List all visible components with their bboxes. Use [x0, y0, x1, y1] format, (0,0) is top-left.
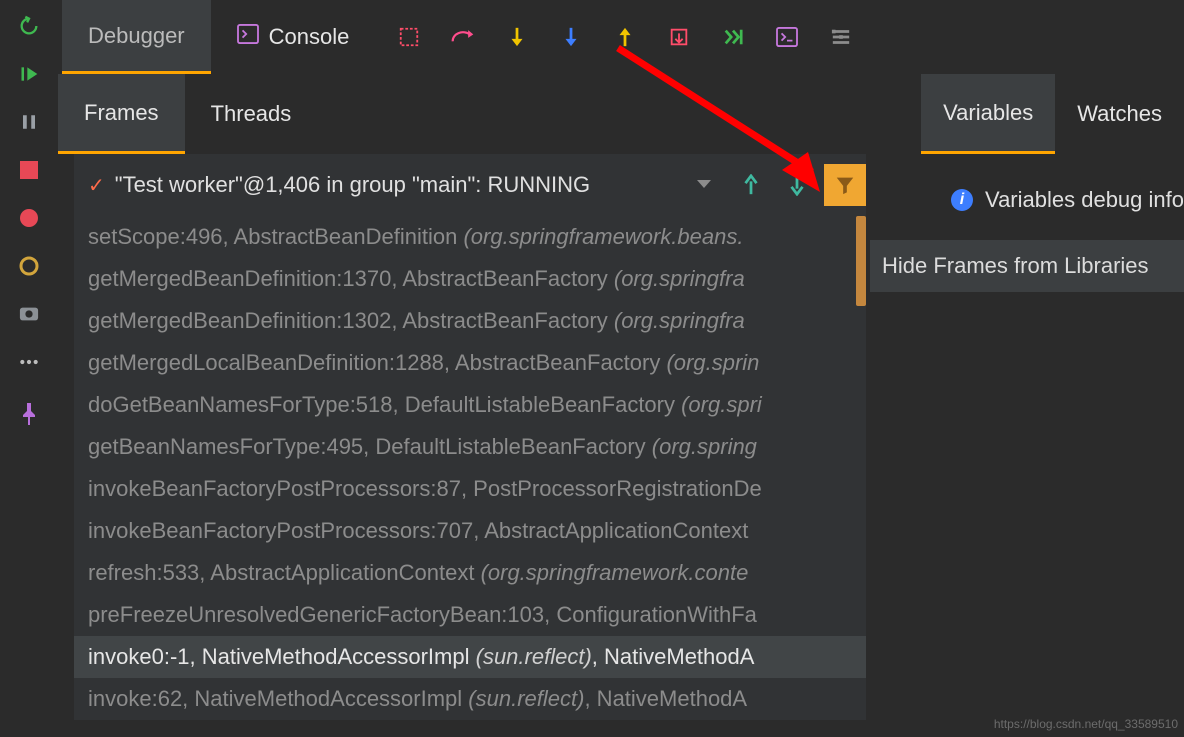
pause-button[interactable]: [17, 110, 41, 134]
frame-package: (sun.reflect): [476, 644, 592, 669]
frame-tail: , NativeMethodA: [584, 686, 747, 711]
frame-package: (org.springfra: [614, 266, 745, 291]
frame-text: invoke0:-1, NativeMethodAccessorImpl: [88, 644, 476, 669]
watermark: https://blog.csdn.net/qq_33589510: [994, 717, 1178, 731]
frame-package: (org.springfra: [614, 308, 745, 333]
frame-package: (sun.reflect): [468, 686, 584, 711]
thread-dump-button[interactable]: [17, 302, 41, 326]
sub-tab-frames[interactable]: Frames: [58, 74, 185, 154]
frame-text: doGetBeanNamesForType:518, DefaultListab…: [88, 392, 681, 417]
show-execution-point-icon[interactable]: [397, 25, 421, 49]
mute-breakpoints-button[interactable]: [17, 254, 41, 278]
drop-frame-icon[interactable]: [667, 25, 691, 49]
frame-row[interactable]: getMergedBeanDefinition:1370, AbstractBe…: [74, 258, 866, 300]
frame-row[interactable]: preFreezeUnresolvedGenericFactoryBean:10…: [74, 594, 866, 636]
frames-list[interactable]: setScope:496, AbstractBeanDefinition (or…: [74, 216, 866, 720]
info-icon: i: [951, 189, 973, 211]
frame-package: (org.springframework.conte: [481, 560, 749, 585]
right-tab-watches-label: Watches: [1077, 101, 1162, 127]
frame-row[interactable]: invoke0:-1, NativeMethodAccessorImpl (su…: [74, 636, 866, 678]
frame-row[interactable]: getMergedBeanDefinition:1302, AbstractBe…: [74, 300, 866, 342]
frame-row[interactable]: doGetBeanNamesForType:518, DefaultListab…: [74, 384, 866, 426]
right-tab-watches[interactable]: Watches: [1055, 74, 1184, 154]
top-tab-bar: Debugger Console: [58, 0, 1184, 74]
sub-tab-threads-label: Threads: [211, 101, 292, 127]
frame-package: (org.sprin: [666, 350, 759, 375]
rerun-button[interactable]: [17, 14, 41, 38]
frame-row[interactable]: getMergedLocalBeanDefinition:1288, Abstr…: [74, 342, 866, 384]
frame-text: getMergedLocalBeanDefinition:1288, Abstr…: [88, 350, 666, 375]
frame-row[interactable]: refresh:533, AbstractApplicationContext …: [74, 552, 866, 594]
force-step-into-icon[interactable]: [559, 25, 583, 49]
tab-debugger[interactable]: Debugger: [62, 0, 211, 74]
frame-text: refresh:533, AbstractApplicationContext: [88, 560, 481, 585]
run-to-cursor-icon[interactable]: [721, 25, 745, 49]
frame-text: invokeBeanFactoryPostProcessors:707, Abs…: [88, 518, 748, 543]
evaluate-expression-icon[interactable]: [775, 25, 799, 49]
sub-tab-frames-label: Frames: [84, 100, 159, 126]
frame-text: setScope:496, AbstractBeanDefinition: [88, 224, 463, 249]
frame-text: getMergedBeanDefinition:1370, AbstractBe…: [88, 266, 614, 291]
frame-tail: , NativeMethodA: [592, 644, 755, 669]
frame-text: getBeanNamesForType:495, DefaultListable…: [88, 434, 652, 459]
thread-dropdown-icon[interactable]: [696, 176, 712, 194]
tab-debugger-label: Debugger: [88, 23, 185, 49]
next-frame-icon[interactable]: [782, 170, 812, 200]
frame-package: (org.spring: [652, 434, 757, 459]
resume-button[interactable]: [17, 62, 41, 86]
thread-selector-bar: ✓ "Test worker"@1,406 in group "main": R…: [74, 154, 866, 216]
tab-console[interactable]: Console: [211, 0, 376, 74]
tab-console-label: Console: [269, 24, 350, 50]
right-tab-variables-label: Variables: [943, 100, 1033, 126]
hide-frames-tooltip-text: Hide Frames from Libraries: [882, 253, 1149, 279]
debug-toolbar: [397, 25, 853, 49]
frame-row[interactable]: invoke:62, NativeMethodAccessorImpl (sun…: [74, 678, 866, 720]
frame-row[interactable]: setScope:496, AbstractBeanDefinition (or…: [74, 216, 866, 258]
right-tab-bar: Variables Watches: [921, 74, 1184, 154]
frame-row[interactable]: invokeBeanFactoryPostProcessors:87, Post…: [74, 468, 866, 510]
check-icon: ✓: [88, 173, 105, 198]
step-out-icon[interactable]: [613, 25, 637, 49]
stop-button[interactable]: [17, 158, 41, 182]
sub-tab-threads[interactable]: Threads: [185, 74, 318, 154]
left-toolbar: [0, 0, 58, 737]
right-tab-variables[interactable]: Variables: [921, 74, 1055, 154]
previous-frame-icon[interactable]: [736, 170, 766, 200]
frame-text: getMergedBeanDefinition:1302, AbstractBe…: [88, 308, 614, 333]
frame-text: invoke:62, NativeMethodAccessorImpl: [88, 686, 468, 711]
view-breakpoints-button[interactable]: [17, 206, 41, 230]
thread-selector-text: "Test worker"@1,406 in group "main": RUN…: [115, 172, 590, 198]
filter-frames-button[interactable]: [824, 164, 866, 206]
thread-selector[interactable]: ✓ "Test worker"@1,406 in group "main": R…: [74, 172, 696, 198]
hide-frames-tooltip: Hide Frames from Libraries: [870, 240, 1184, 292]
trace-current-stream-icon[interactable]: [829, 25, 853, 49]
scrollbar-thumb[interactable]: [856, 216, 866, 306]
frame-package: (org.springframework.beans.: [463, 224, 743, 249]
frame-package: (org.spri: [681, 392, 762, 417]
step-into-icon[interactable]: [505, 25, 529, 49]
terminal-icon: [237, 24, 259, 50]
frame-row[interactable]: invokeBeanFactoryPostProcessors:707, Abs…: [74, 510, 866, 552]
step-over-icon[interactable]: [451, 25, 475, 49]
frame-text: invokeBeanFactoryPostProcessors:87, Post…: [88, 476, 762, 501]
frame-text: preFreezeUnresolvedGenericFactoryBean:10…: [88, 602, 757, 627]
frame-row[interactable]: getBeanNamesForType:495, DefaultListable…: [74, 426, 866, 468]
pin-button[interactable]: [17, 402, 41, 426]
more-button[interactable]: [17, 350, 41, 374]
variables-info-text: Variables debug info: [985, 187, 1184, 213]
variables-info-row[interactable]: i Variables debug info: [933, 170, 1184, 230]
